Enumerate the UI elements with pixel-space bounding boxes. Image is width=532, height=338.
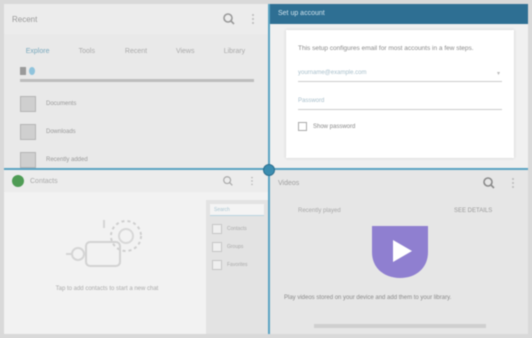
recently-played-label: Recently played (298, 208, 341, 214)
sort-controls (4, 67, 268, 77)
split-handle[interactable] (263, 164, 275, 176)
checkbox-icon (298, 122, 307, 131)
list-item[interactable]: Favorites (212, 260, 262, 270)
list-item-label: Downloads (46, 129, 76, 135)
more-options-icon[interactable] (246, 174, 260, 188)
files-tabs: Explore Tools Recent Views Library (4, 48, 268, 55)
view-toggle-icon[interactable] (29, 67, 35, 75)
search-icon[interactable] (482, 176, 496, 190)
account-setup-titlebar: Set up account (270, 4, 528, 24)
list-item[interactable]: Downloads (20, 118, 268, 146)
email-field[interactable]: yourname@example.com ▾ (298, 64, 502, 82)
folder-list: Documents Downloads Recently added (4, 90, 268, 168)
contacts-title: Contacts (30, 177, 58, 185)
show-password-checkbox[interactable]: Show password (298, 122, 502, 131)
list-item-label: Groups (227, 244, 244, 250)
search-icon[interactable] (222, 12, 236, 26)
list-item-label: Favorites (227, 262, 248, 268)
divider (20, 79, 254, 82)
list-item[interactable]: Groups (212, 242, 262, 252)
files-toolbar: Recent (4, 4, 268, 34)
video-description: Play videos stored on your device and ad… (284, 295, 452, 301)
video-pane: Videos Recently played SEE DETAILS Play … (270, 170, 528, 334)
chevron-down-icon: ▾ (496, 71, 500, 77)
password-field[interactable]: Password (298, 92, 502, 110)
checkbox-label: Show password (313, 123, 356, 130)
list-item-label: Contacts (227, 226, 247, 232)
folder-icon (20, 124, 36, 140)
email-field-value: yourname@example.com (298, 70, 367, 76)
tab-tools[interactable]: Tools (67, 48, 106, 55)
files-pane: Recent Explore Tools Recent Views Librar… (4, 4, 268, 168)
list-item[interactable]: Documents (20, 90, 268, 118)
list-item-label: Documents (46, 101, 77, 107)
app-badge-icon[interactable] (12, 175, 24, 187)
list-item-label: Recently added (46, 157, 88, 163)
bottom-bar (314, 324, 486, 328)
folder-icon (20, 152, 36, 168)
tab-library[interactable]: Library (215, 48, 254, 55)
contacts-side-panel: Search Contacts Groups Favorites (206, 200, 268, 334)
password-field-value: Password (298, 98, 325, 104)
see-details-link[interactable]: SEE DETAILS (454, 208, 492, 214)
setup-message: This setup configures email for most acc… (298, 45, 474, 52)
empty-state-text: Tap to add contacts to start a new chat (55, 286, 159, 292)
star-icon (212, 260, 222, 270)
contact-icon (212, 224, 222, 234)
search-input[interactable]: Search (210, 204, 264, 216)
group-icon (212, 242, 222, 252)
account-setup-card: This setup configures email for most acc… (286, 30, 514, 158)
more-options-icon[interactable] (246, 12, 260, 26)
folder-icon (20, 96, 36, 112)
video-toolbar: Videos (270, 170, 528, 196)
tab-views[interactable]: Views (166, 48, 205, 55)
files-title: Recent (12, 14, 38, 24)
tab-explore[interactable]: Explore (18, 48, 57, 55)
video-title: Videos (278, 179, 300, 187)
contacts-pane: Contacts Tap to add contacts to start a … (4, 170, 268, 334)
contacts-toolbar: Contacts (4, 170, 268, 192)
more-options-icon[interactable] (506, 176, 520, 190)
sort-icon[interactable] (20, 67, 26, 75)
tab-recent[interactable]: Recent (116, 48, 155, 55)
list-item[interactable]: Recently added (20, 146, 268, 168)
video-app-logo-icon (366, 222, 434, 280)
search-icon[interactable] (222, 174, 236, 188)
account-setup-pane: Set up account This setup configures ema… (270, 4, 528, 168)
empty-state-illustration (56, 214, 156, 278)
list-item[interactable]: Contacts (212, 224, 262, 234)
